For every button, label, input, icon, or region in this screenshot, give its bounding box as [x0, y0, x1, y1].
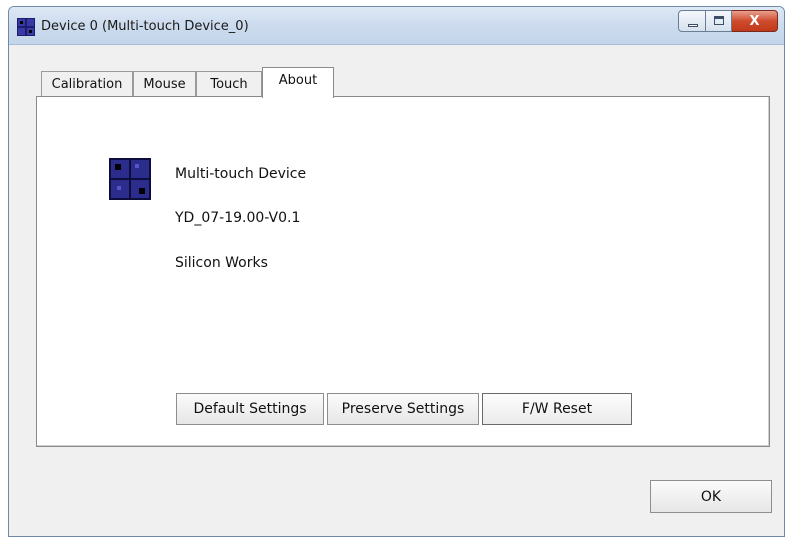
tab-about[interactable]: About [262, 67, 334, 98]
tab-calibration[interactable]: Calibration [41, 71, 133, 97]
touch-device-icon [109, 158, 151, 200]
preserve-settings-button[interactable]: Preserve Settings [327, 393, 479, 425]
window-title: Device 0 (Multi-touch Device_0) [41, 19, 249, 34]
firmware-version: YD_07-19.00-V0.1 [175, 210, 301, 226]
minimize-button[interactable] [678, 10, 706, 32]
vendor-name: Silicon Works [175, 255, 268, 271]
touch-device-icon [17, 18, 35, 36]
caption-buttons: X [678, 10, 778, 32]
tab-label: Touch [210, 77, 248, 92]
close-button[interactable]: X [732, 10, 778, 32]
fw-reset-button[interactable]: F/W Reset [482, 393, 632, 425]
tab-touch[interactable]: Touch [196, 71, 262, 97]
maximize-button[interactable] [706, 10, 732, 32]
default-settings-button[interactable]: Default Settings [176, 393, 324, 425]
ok-button[interactable]: OK [650, 480, 772, 513]
tab-label: Calibration [51, 77, 123, 92]
close-icon: X [749, 13, 760, 29]
tab-mouse[interactable]: Mouse [133, 71, 196, 97]
device-name: Multi-touch Device [175, 166, 307, 182]
minimize-icon [688, 24, 698, 27]
maximize-icon [714, 16, 724, 25]
device-properties-window: Device 0 (Multi-touch Device_0) X Calibr… [8, 6, 785, 537]
tab-label: Mouse [143, 77, 186, 92]
title-bar[interactable]: Device 0 (Multi-touch Device_0) X [9, 7, 784, 45]
about-panel: Multi-touch Device YD_07-19.00-V0.1 Sili… [36, 96, 770, 447]
tab-label: About [278, 73, 318, 88]
